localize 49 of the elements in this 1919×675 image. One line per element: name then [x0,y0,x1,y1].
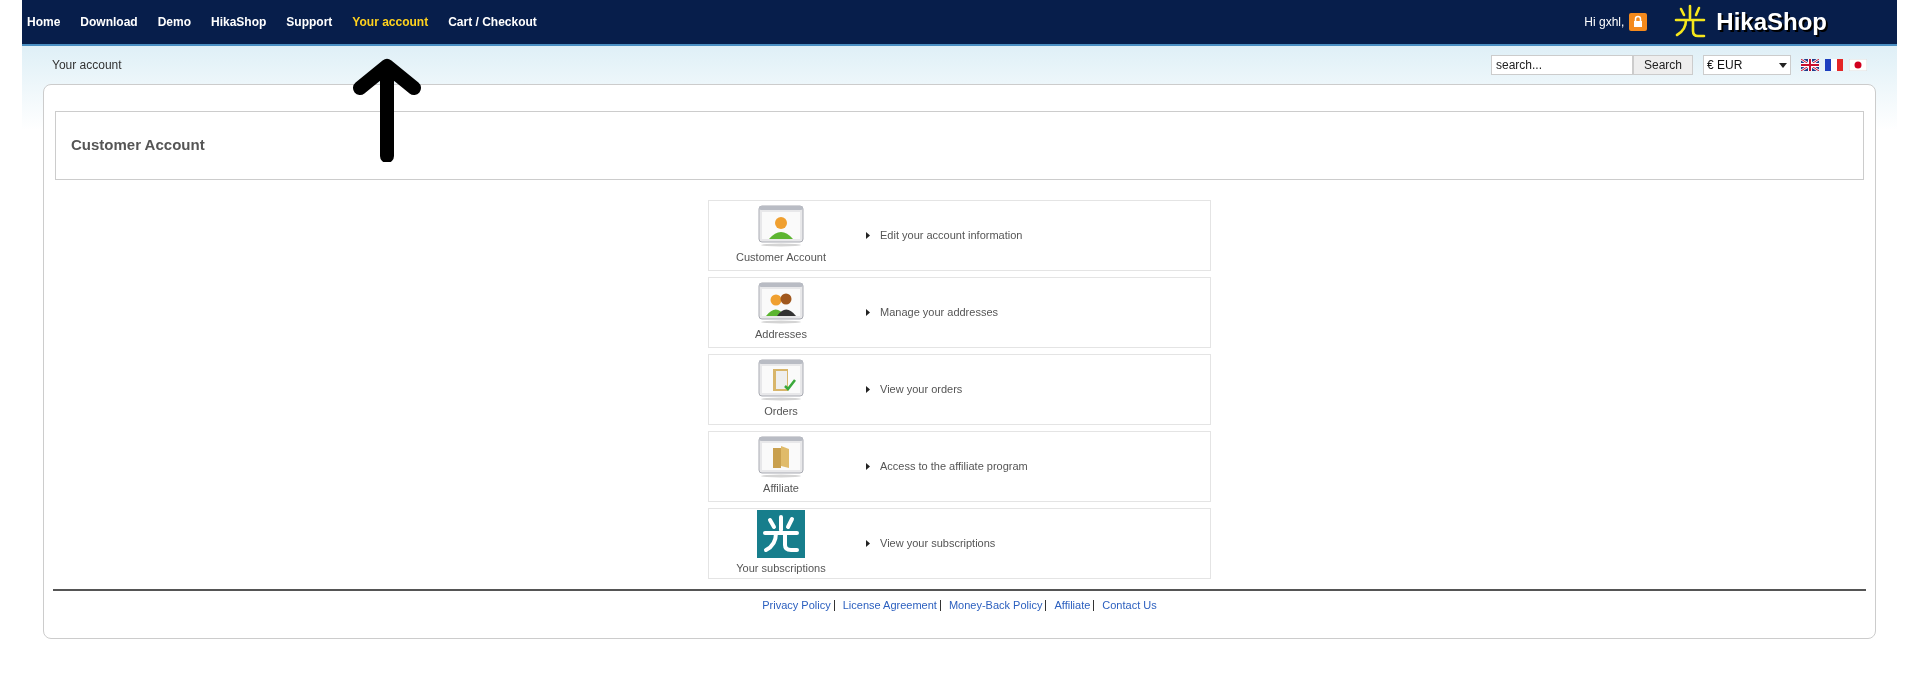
lock-icon[interactable] [1629,13,1648,31]
nav-link[interactable]: Cart / Checkout [448,13,537,31]
triangle-icon [866,232,870,239]
caret-icon [1779,62,1787,68]
account-menu-item[interactable]: Affiliate Access to the affiliate program [708,431,1211,502]
nav-link[interactable]: Demo [157,13,191,31]
triangle-icon [866,309,870,316]
footer-link[interactable]: Contact Us [1102,597,1157,614]
page-title: Customer Account [71,135,205,156]
menu-item-description[interactable]: Manage your addresses [880,304,998,321]
nav-link[interactable]: Download [80,13,138,31]
nav-link[interactable]: HikaShop [211,13,267,31]
account-menu-item[interactable]: Orders View your orders [708,354,1211,425]
menu-item-label: Addresses [755,327,807,343]
menu-item-label: Customer Account [736,250,826,266]
account-menu-item[interactable]: Your subscriptions View your subscriptions [708,508,1211,579]
breadcrumb[interactable]: Your account [52,56,122,74]
nav-link[interactable]: Home [27,13,61,31]
footer-link[interactable]: Money-Back Policy [948,597,1043,614]
folder-icon [758,436,804,479]
search-field[interactable]: search... [1490,55,1633,75]
currency-dropdown[interactable]: € EUR [1703,55,1791,75]
triangle-icon [866,463,870,470]
triangle-icon [866,540,870,547]
uk-flag-icon[interactable] [1801,59,1819,71]
menu-item-label: Your subscriptions [736,561,826,577]
menu-item-description[interactable]: Access to the affiliate program [880,458,1028,475]
logo-icon [757,510,805,559]
search-button[interactable]: Search [1632,55,1693,75]
account-menu-item[interactable]: Customer Account Edit your account information [708,200,1211,271]
logo-text: HikaShop [1716,7,1827,37]
footer-link[interactable]: License Agreement [842,597,937,614]
account-menu-item[interactable]: Addresses Manage your addresses [708,277,1211,348]
menu-item-description[interactable]: View your orders [880,381,963,398]
french-flag-icon[interactable] [1825,59,1843,71]
people-icon [758,282,804,325]
document-check-icon [758,359,804,402]
greeting-text: Hi gxhl, [1584,14,1625,31]
triangle-icon [866,386,870,393]
footer-link[interactable]: Affiliate [1054,597,1091,614]
menu-item-description[interactable]: View your subscriptions [880,535,996,552]
japanese-flag-icon[interactable] [1849,59,1867,71]
person-icon [758,205,804,248]
menu-item-description[interactable]: Edit your account information [880,227,1023,244]
nav-link[interactable]: Support [286,13,333,31]
footer-link[interactable]: Privacy Policy [762,597,831,614]
menu-item-label: Affiliate [763,481,799,497]
menu-item-label: Orders [764,404,798,420]
nav-link[interactable]: Your account [352,13,429,31]
